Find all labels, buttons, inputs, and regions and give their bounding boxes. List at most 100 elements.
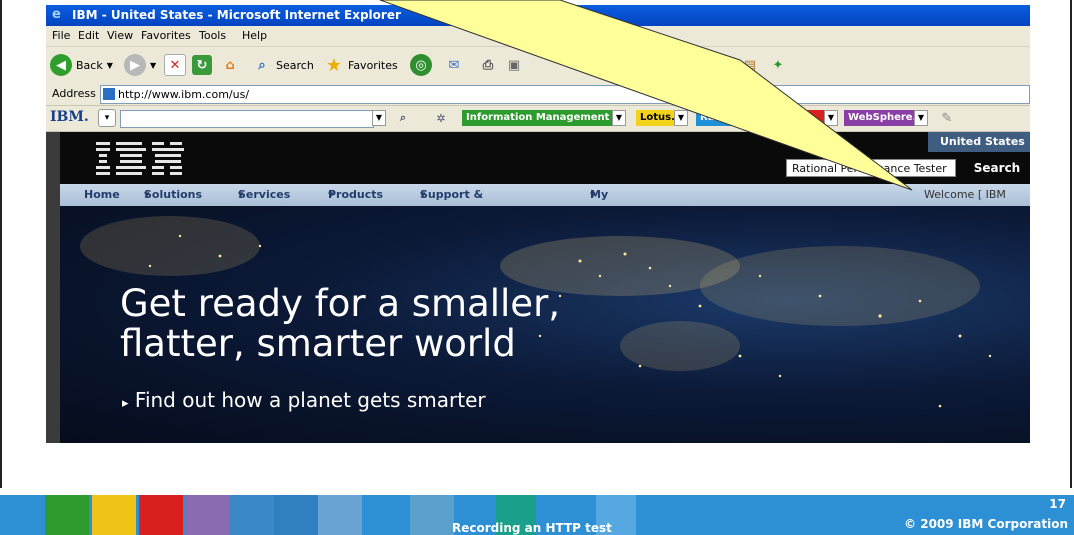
star-icon: ★ — [325, 54, 343, 76]
headline-line-2: flatter, smarter world — [120, 322, 516, 365]
headline-line-1: Get ready for a smaller, — [120, 282, 561, 325]
ibm-toolbar: IBM. ▾ ▼ ⌕ ✲ Information Management ▼ Lo… — [46, 106, 1030, 132]
home-button[interactable]: ⌂ — [220, 53, 240, 77]
menu-tools[interactable]: Tools — [199, 26, 226, 46]
site-search-button[interactable]: Search — [967, 159, 1027, 177]
book-icon: ▤ — [743, 57, 757, 73]
footer-tile-green — [45, 495, 89, 535]
nav-products-label: Products — [328, 188, 384, 201]
promo-link-label: Find out how a planet gets smarter — [134, 388, 486, 412]
page-left-margin — [46, 132, 60, 443]
chevron-down-icon: ▼ — [150, 60, 157, 70]
footer-caption: Recording an HTTP test — [452, 521, 612, 535]
refresh-button[interactable]: ↻ — [192, 53, 212, 77]
footer-tile-image-1 — [230, 495, 274, 535]
chevron-down-icon[interactable]: ▼ — [674, 110, 688, 126]
footer-tile-image-4 — [410, 495, 454, 535]
slide-footer: Recording an HTTP test 17 © 2009 IBM Cor… — [0, 495, 1074, 535]
chevron-down-icon[interactable]: ▼ — [612, 110, 626, 126]
mail-icon: ✉ — [448, 57, 460, 73]
slide-number: 17 — [1049, 497, 1066, 511]
site-nav: Home Solutions ▾ Services ▾ Products ▾ S… — [60, 184, 1030, 223]
chevron-down-icon[interactable]: ▼ — [824, 110, 838, 126]
messenger-button[interactable]: ✦ — [768, 53, 788, 77]
ibm-search-dropdown[interactable]: ▼ — [372, 110, 386, 126]
standard-toolbar: ◀ Back ▼ ▶ ▼ ✕ ↻ ⌂ ⌕ Search ★ Favorites … — [46, 47, 1030, 84]
toolbar-search-icon[interactable]: ▾ — [98, 109, 116, 127]
tools-icon[interactable]: ✲ — [430, 109, 452, 127]
chevron-down-icon: ▼ — [106, 60, 113, 70]
menu-file[interactable]: File — [52, 26, 70, 46]
print-button[interactable]: ⎙ — [478, 53, 498, 77]
address-label: Address — [52, 87, 96, 100]
globe-icon: ◍ — [718, 57, 730, 73]
copyright: © 2009 IBM Corporation — [904, 517, 1068, 531]
chevron-down-icon: ▾ — [590, 188, 596, 201]
arrow-icon: ▸ — [122, 396, 129, 411]
menu-favorites[interactable]: Favorites — [141, 26, 191, 46]
title-bar: e IBM - United States - Microsoft Intern… — [46, 5, 1030, 26]
ie-logo-icon: e — [52, 7, 61, 22]
site-search-input[interactable]: Rational Performance Tester — [786, 159, 956, 177]
red-product-button[interactable] — [786, 110, 824, 126]
nav-services-label: Services — [238, 188, 291, 201]
edit-icon: ▣ — [507, 57, 521, 73]
favorites-label: Favorites — [348, 58, 398, 72]
stop-button[interactable]: ✕ — [164, 53, 186, 77]
menu-help[interactable]: Help — [242, 26, 267, 46]
hero-headline: Get ready for a smaller, flatter, smarter… — [120, 284, 560, 364]
back-label: Back — [76, 58, 103, 72]
page-icon — [103, 88, 115, 100]
menu-bar: File Edit View Favorites Tools Help — [46, 26, 1030, 47]
chevron-down-icon: ▾ — [420, 188, 426, 201]
ibm-masthead: United States Rational Performance Teste… — [60, 132, 1030, 184]
footer-tile-image-2 — [274, 495, 318, 535]
refresh-icon: ↻ — [192, 55, 212, 75]
home-icon: ⌂ — [225, 57, 235, 73]
window-title: IBM - United States - Microsoft Internet… — [72, 8, 401, 22]
forward-button[interactable]: ▶ ▼ — [124, 53, 156, 77]
lotus-button[interactable]: Lotus. — [636, 110, 679, 126]
browser-window: e IBM - United States - Microsoft Intern… — [46, 5, 1030, 443]
address-input[interactable]: http://www.ibm.com/us/ — [100, 85, 1030, 104]
address-bar: Address http://www.ibm.com/us/ — [46, 83, 1030, 106]
web-page: United States Rational Performance Teste… — [46, 132, 1030, 443]
back-button[interactable]: ◀ Back ▼ — [50, 53, 113, 77]
address-url: http://www.ibm.com/us/ — [118, 88, 250, 101]
favorites-button[interactable]: ★ Favorites — [324, 53, 398, 77]
chevron-down-icon[interactable]: ▼ — [752, 110, 766, 126]
promo-link[interactable]: ▸ Find out how a planet gets smarter — [122, 388, 486, 412]
find-icon[interactable]: ⌕ — [392, 109, 414, 127]
print-icon: ⎙ — [482, 57, 494, 73]
country-selector[interactable]: United States — [928, 132, 1030, 152]
mail-button[interactable]: ✉ — [444, 53, 464, 77]
information-management-button[interactable]: Information Management — [462, 110, 614, 126]
chevron-down-icon: ▾ — [238, 188, 244, 201]
websphere-button[interactable]: WebSphere. — [844, 110, 921, 126]
footer-tile-yellow — [92, 495, 136, 535]
forward-arrow-icon: ▶ — [124, 54, 146, 76]
footer-tile-purple — [186, 495, 230, 535]
footer-tile-image-3 — [318, 495, 362, 535]
stop-icon: ✕ — [164, 54, 186, 76]
rational-button[interactable]: Rational. — [696, 110, 755, 126]
menu-view[interactable]: View — [107, 26, 133, 46]
ibm-toolbar-logo: IBM. — [50, 109, 89, 125]
menu-edit[interactable]: Edit — [78, 26, 99, 46]
search-button[interactable]: ⌕ Search — [252, 53, 314, 77]
chevron-down-icon: ▾ — [144, 188, 150, 201]
nav-home[interactable]: Home — [84, 184, 120, 206]
footer-tile-red — [139, 495, 183, 535]
edit-button[interactable]: ▣ — [504, 53, 524, 77]
search-label: Search — [276, 58, 314, 72]
ibm-logo[interactable] — [96, 138, 186, 180]
media-icon: ◎ — [410, 54, 432, 76]
media-button[interactable]: ◎ — [410, 53, 432, 77]
chevron-down-icon[interactable]: ▼ — [914, 110, 928, 126]
pen-icon[interactable]: ✎ — [938, 109, 956, 127]
research-button[interactable]: ◍ — [714, 53, 734, 77]
ibm-search-input[interactable] — [120, 110, 374, 128]
discuss-button[interactable]: ▤ — [740, 53, 760, 77]
nav-solutions-label: Solutions — [144, 188, 203, 201]
hero-banner[interactable]: Get ready for a smaller, flatter, smarter… — [60, 206, 1030, 443]
